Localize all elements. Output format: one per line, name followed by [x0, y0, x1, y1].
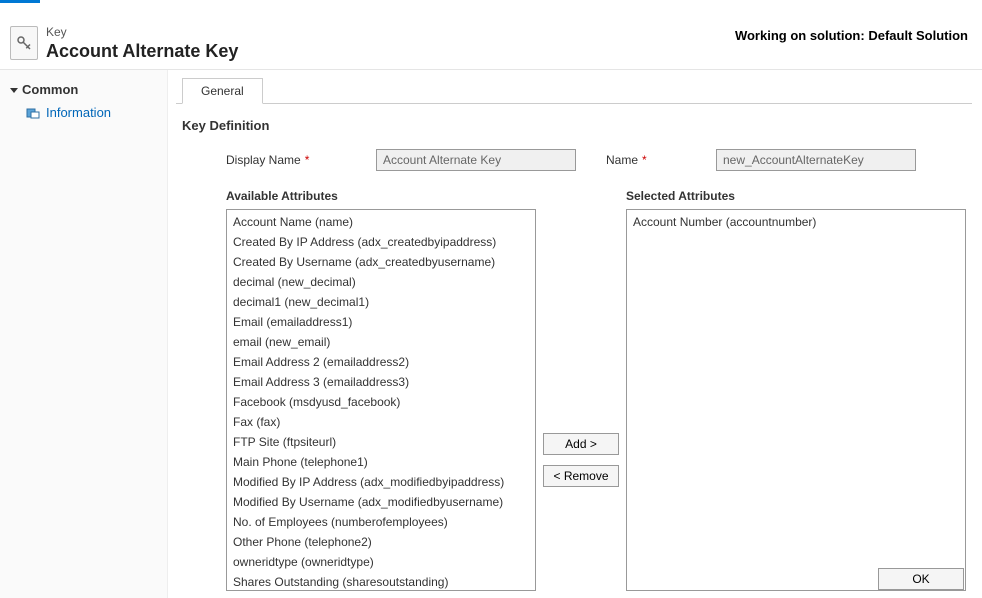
list-item[interactable]: Email Address 2 (emailaddress2)	[227, 352, 535, 372]
main-panel: General Key Definition Display Name * Na…	[168, 70, 982, 598]
selected-attributes-listbox[interactable]: Account Number (accountnumber)	[626, 209, 966, 591]
remove-button[interactable]: < Remove	[543, 465, 619, 487]
form-row-names: Display Name * Name *	[226, 149, 966, 171]
list-item[interactable]: Modified By IP Address (adx_modifiedbyip…	[227, 472, 535, 492]
available-attributes-listbox[interactable]: Account Name (name)Created By IP Address…	[226, 209, 536, 591]
sidebar-item-information[interactable]: Information	[0, 101, 167, 124]
available-attributes-label: Available Attributes	[226, 189, 536, 203]
solution-context-value: Default Solution	[868, 28, 968, 43]
ok-button[interactable]: OK	[878, 568, 964, 590]
caret-down-icon	[10, 82, 18, 97]
list-item[interactable]: Email (emailaddress1)	[227, 312, 535, 332]
display-name-field[interactable]	[376, 149, 576, 171]
list-item[interactable]: Shares Outstanding (sharesoutstanding)	[227, 572, 535, 590]
tabstrip: General	[176, 74, 972, 104]
list-item[interactable]: Other Phone (telephone2)	[227, 532, 535, 552]
list-item[interactable]: No. of Employees (numberofemployees)	[227, 512, 535, 532]
list-item[interactable]: decimal (new_decimal)	[227, 272, 535, 292]
list-item[interactable]: decimal1 (new_decimal1)	[227, 292, 535, 312]
solution-context-label: Working on solution:	[735, 28, 865, 43]
key-icon	[10, 26, 38, 60]
information-icon	[26, 106, 40, 120]
list-item[interactable]: Modified By Username (adx_modifiedbyuser…	[227, 492, 535, 512]
required-asterisk: *	[305, 153, 310, 167]
section-title: Key Definition	[182, 118, 972, 133]
list-item[interactable]: Created By Username (adx_createdbyuserna…	[227, 252, 535, 272]
list-item[interactable]: Email Address 3 (emailaddress3)	[227, 372, 535, 392]
list-item[interactable]: FTP Site (ftpsiteurl)	[227, 432, 535, 452]
page-header: Key Account Alternate Key Working on sol…	[0, 0, 982, 70]
display-name-label: Display Name *	[226, 153, 376, 167]
list-item[interactable]: Account Number (accountnumber)	[627, 212, 965, 232]
add-button[interactable]: Add >	[543, 433, 619, 455]
list-item[interactable]: Account Name (name)	[227, 212, 535, 232]
list-item[interactable]: Fax (fax)	[227, 412, 535, 432]
solution-context: Working on solution: Default Solution	[735, 28, 968, 43]
list-item[interactable]: email (new_email)	[227, 332, 535, 352]
list-item[interactable]: owneridtype (owneridtype)	[227, 552, 535, 572]
sidebar-section-label: Common	[22, 82, 78, 97]
required-asterisk: *	[642, 153, 647, 167]
list-item[interactable]: Main Phone (telephone1)	[227, 452, 535, 472]
selected-attributes-label: Selected Attributes	[626, 189, 966, 203]
name-label: Name *	[606, 153, 666, 167]
list-item[interactable]: Created By IP Address (adx_createdbyipad…	[227, 232, 535, 252]
tab-label: General	[201, 84, 244, 98]
sidebar: Common Information	[0, 70, 168, 598]
name-field[interactable]	[716, 149, 916, 171]
sidebar-section-common[interactable]: Common	[0, 78, 167, 101]
tab-general[interactable]: General	[182, 78, 263, 104]
list-item[interactable]: Facebook (msdyusd_facebook)	[227, 392, 535, 412]
sidebar-item-label: Information	[46, 105, 111, 120]
page-title: Account Alternate Key	[46, 40, 970, 63]
